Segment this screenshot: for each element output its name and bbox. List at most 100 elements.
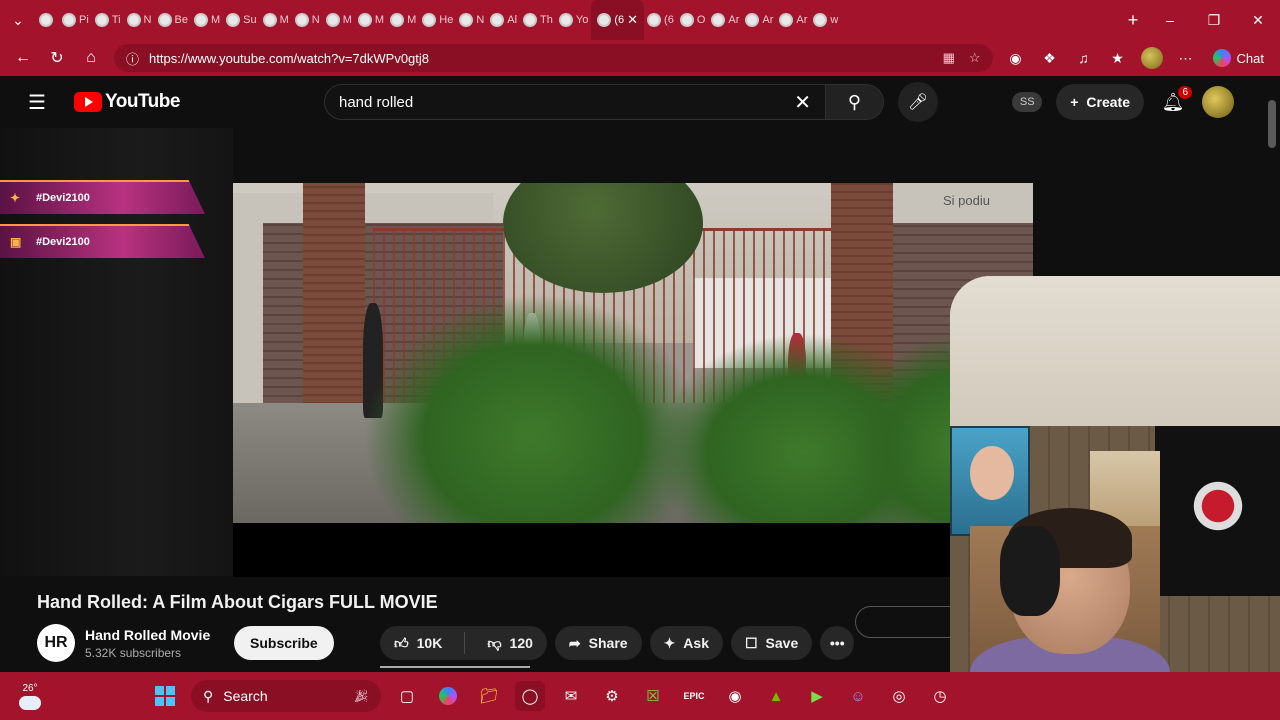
url-field[interactable]: ⓘ https://www.youtube.com/watch?v=7dkWPv…	[114, 44, 993, 72]
profile-icon[interactable]	[1135, 43, 1169, 73]
search-button[interactable]: ⚲	[826, 84, 884, 120]
tab-favicon-icon	[94, 13, 109, 27]
browser-tab[interactable]: M	[323, 0, 355, 40]
tab-label: Yo	[575, 14, 589, 26]
restore-icon[interactable]: ❐	[1192, 0, 1236, 40]
twitter-icon: ✦	[10, 191, 21, 205]
performance-icon[interactable]: ◷	[925, 681, 955, 711]
file-explorer-icon[interactable]: 📁︎	[474, 681, 504, 711]
copilot-taskbar-icon[interactable]	[433, 681, 463, 711]
site-info-icon[interactable]: ⓘ	[126, 49, 139, 68]
tab-actions-icon[interactable]: ⌄	[0, 0, 36, 40]
channel-name[interactable]: Hand Rolled Movie	[85, 627, 210, 643]
browser-tab[interactable]: M	[355, 0, 387, 40]
sidebar-chip-outline[interactable]	[855, 606, 965, 638]
create-button[interactable]: + Create	[1056, 84, 1144, 120]
browser-tab[interactable]: N	[124, 0, 155, 40]
share-button[interactable]: ➦ Share	[554, 626, 642, 660]
edge-browser-icon[interactable]: ◯	[515, 681, 545, 711]
search-input[interactable]	[339, 93, 795, 111]
browser-tab[interactable]: w	[810, 0, 841, 40]
tab-favicon-icon	[597, 13, 612, 27]
copilot-chat-button[interactable]: Chat	[1203, 44, 1274, 72]
browser-tab-active[interactable]: (6 ✕	[591, 0, 645, 40]
windows-logo-icon	[155, 686, 175, 706]
channel-avatar[interactable]: HR	[37, 624, 75, 662]
tab-favicon-icon	[126, 13, 141, 27]
browser-tab[interactable]: Th	[520, 0, 556, 40]
start-button[interactable]	[150, 681, 180, 711]
favorite-star-icon[interactable]: ☆	[969, 50, 981, 66]
notifications-button[interactable]: 🔔︎ 6	[1158, 85, 1192, 113]
voice-search-button[interactable]: 🎤︎	[898, 82, 938, 122]
close-window-icon[interactable]: ✕	[1236, 0, 1280, 40]
browser-tab[interactable]: Pi	[59, 0, 92, 40]
browser-tab[interactable]: Al	[487, 0, 520, 40]
app-available-icon[interactable]: ▦	[943, 50, 955, 66]
tab-label: M	[210, 14, 221, 26]
extension-icon[interactable]: ◉	[999, 43, 1033, 73]
ask-button[interactable]: ✦ Ask	[649, 626, 723, 660]
ss-badge[interactable]: SS	[1012, 92, 1043, 112]
nvidia-icon[interactable]: ▲	[761, 681, 791, 711]
browser-tab[interactable]: O	[677, 0, 709, 40]
browser-tab[interactable]: Ti	[92, 0, 124, 40]
game-launcher-icon[interactable]: ▶	[802, 681, 832, 711]
tab-label: w	[830, 14, 839, 26]
xbox-icon[interactable]: ☒	[638, 681, 668, 711]
media-control-icon[interactable]: ♫	[1067, 43, 1101, 73]
tab-label: M	[342, 14, 352, 26]
settings-icon[interactable]: ⚙	[597, 681, 627, 711]
browser-tab[interactable]: Ar	[742, 0, 776, 40]
tab-label: O	[696, 14, 706, 26]
dislike-button[interactable]: 👎︎ 120	[473, 626, 547, 660]
clear-search-icon[interactable]: ✕	[794, 90, 811, 115]
favorites-icon[interactable]: ★	[1101, 43, 1135, 73]
weather-widget[interactable]: 26°	[0, 683, 60, 710]
save-button[interactable]: ☐ Save	[730, 626, 813, 660]
browser-tab[interactable]: Su	[223, 0, 259, 40]
browser-tab[interactable]: Ar	[776, 0, 810, 40]
subscribe-button[interactable]: Subscribe	[234, 626, 334, 660]
back-icon[interactable]: ←	[6, 43, 40, 73]
minimize-icon[interactable]: –	[1148, 0, 1192, 40]
puzzle-extensions-icon[interactable]: ❖	[1033, 43, 1067, 73]
chat-label: Chat	[1236, 50, 1264, 66]
epic-games-icon[interactable]: EPIC	[679, 681, 709, 711]
new-tab-button[interactable]: +	[1118, 0, 1148, 40]
refresh-icon[interactable]: ↻	[40, 43, 74, 73]
steam-icon[interactable]: ◉	[720, 681, 750, 711]
browser-tab[interactable]: M	[191, 0, 223, 40]
share-icon: ➦	[568, 634, 581, 651]
browser-tab[interactable]: Be	[155, 0, 191, 40]
account-avatar[interactable]	[1202, 86, 1234, 118]
browser-tab[interactable]: M	[387, 0, 419, 40]
plus-icon: +	[1070, 94, 1079, 110]
browser-tab[interactable]: N	[456, 0, 487, 40]
youtube-logo[interactable]: YouTube	[74, 91, 324, 113]
video-player[interactable]: Si podiu	[233, 183, 1033, 523]
browser-tab[interactable]	[36, 0, 59, 40]
browser-tab[interactable]: He	[419, 0, 456, 40]
like-button[interactable]: 👍︎ 10K	[380, 626, 456, 660]
scrollbar-thumb[interactable]	[1268, 100, 1276, 148]
hamburger-menu-icon[interactable]: ☰	[0, 90, 74, 115]
tab-favicon-icon	[459, 13, 474, 27]
more-menu-icon[interactable]: ⋯	[1169, 43, 1203, 73]
more-actions-button[interactable]: •••	[820, 626, 855, 660]
browser-tab[interactable]: Ar	[708, 0, 742, 40]
taskbar: 26° ⚲ Search 🎉︎ ▢ 📁︎ ◯ ✉ ⚙ ☒ EPIC ◉ ▲ ▶ …	[0, 672, 1280, 720]
outlook-icon[interactable]: ✉	[556, 681, 586, 711]
obs-icon[interactable]: ◎	[884, 681, 914, 711]
home-icon[interactable]: ⌂	[74, 43, 108, 73]
discord-icon[interactable]: ☺	[843, 681, 873, 711]
close-tab-icon[interactable]: ✕	[627, 12, 638, 28]
browser-tab[interactable]: M	[260, 0, 292, 40]
task-view-icon[interactable]: ▢	[392, 681, 422, 711]
search-bar: ✕ ⚲	[324, 84, 884, 120]
browser-tab[interactable]: (6	[644, 0, 677, 40]
webcam-headphones	[1000, 526, 1060, 616]
browser-tab[interactable]: N	[292, 0, 323, 40]
taskbar-search[interactable]: ⚲ Search 🎉︎	[191, 680, 381, 712]
browser-tab[interactable]: Yo	[556, 0, 591, 40]
